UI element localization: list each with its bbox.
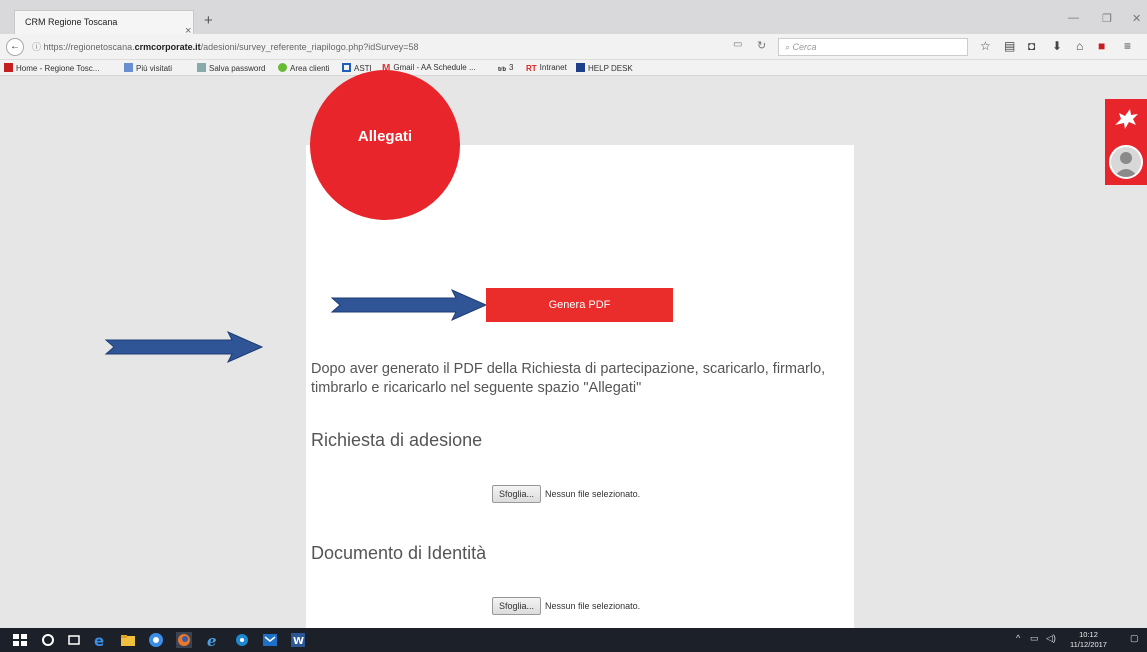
pdf-addon-icon[interactable]: ■: [1098, 39, 1105, 53]
windows-taskbar: e e W ^ ▭ ◁) 10:12 11/12/2017 ▢: [0, 628, 1147, 652]
toolbar-icons: ☆ ▤ ◘ ⬇ ⌂ ■ ≡: [980, 39, 1147, 55]
windows-start-icon[interactable]: [12, 632, 28, 648]
outlook-icon[interactable]: [262, 632, 278, 648]
browser-tab[interactable]: CRM Regione Toscana ×: [14, 10, 194, 37]
menu-icon[interactable]: ≡: [1124, 39, 1131, 53]
pocket-icon[interactable]: ◘: [1028, 39, 1035, 53]
reload-icon[interactable]: ↻: [757, 39, 766, 52]
svg-text:W: W: [293, 636, 304, 647]
bookmarks-library-icon[interactable]: ▤: [1004, 39, 1015, 53]
url-prefix: https://regionetoscana.: [43, 42, 135, 52]
bookmark-star-icon[interactable]: ☆: [980, 39, 991, 53]
clock-date: 11/12/2017: [1070, 640, 1107, 649]
search-placeholder: Cerca: [792, 42, 817, 52]
app-icon[interactable]: [234, 632, 250, 648]
search-icon: ⌕: [785, 42, 793, 52]
bookmarks-bar: Home - Regione Tosc... Più visitati Salv…: [0, 60, 1147, 76]
helpdesk-icon: [576, 63, 585, 72]
internet-explorer-icon[interactable]: e: [206, 632, 222, 648]
rtv-icon: trb: [498, 67, 506, 73]
arrow-annotation-icon: [104, 330, 264, 364]
reader-view-icon[interactable]: ▭: [733, 39, 742, 50]
volume-icon[interactable]: ◁): [1046, 633, 1056, 644]
bookmark-label: Salva password: [209, 64, 266, 73]
allegati-badge: Allegati: [310, 70, 460, 220]
edge-browser-icon[interactable]: e: [92, 632, 108, 648]
network-icon[interactable]: ▭: [1030, 633, 1039, 644]
file-upload-documento: Sfoglia... Nessun file selezionato.: [492, 597, 640, 615]
browser-nav-bar: ← ⓘ https://regionetoscana.crmcorporate.…: [0, 34, 1147, 60]
tray-chevron-icon[interactable]: ^: [1016, 633, 1020, 643]
bookmark-item[interactable]: Home - Regione Tosc...: [4, 63, 99, 73]
file-explorer-icon[interactable]: [120, 632, 136, 648]
instructions-text: Dopo aver generato il PDF della Richiest…: [311, 361, 826, 396]
taskbar-clock[interactable]: 10:12 11/12/2017: [1070, 630, 1107, 650]
minimize-icon[interactable]: —: [1068, 12, 1079, 24]
key-icon: [197, 63, 206, 72]
task-view-icon[interactable]: [66, 632, 82, 648]
download-icon[interactable]: ⬇: [1052, 39, 1062, 53]
person-icon: [1114, 152, 1138, 177]
notifications-icon[interactable]: ▢: [1130, 633, 1139, 644]
bookmark-label: Intranet: [539, 63, 567, 72]
rt-icon: RT: [526, 64, 537, 73]
pegasus-logo-icon: [1115, 109, 1138, 129]
user-avatar-icon[interactable]: [1109, 145, 1143, 179]
section-heading-documento: Documento di Identità: [311, 543, 487, 563]
folder-icon: [124, 63, 133, 72]
bookmark-label: Più visitati: [136, 64, 173, 73]
restore-icon[interactable]: ❐: [1102, 12, 1112, 25]
regione-toscana-icon: [4, 63, 13, 72]
firefox-icon[interactable]: [176, 632, 192, 648]
svg-text:e: e: [207, 632, 217, 648]
bookmark-item[interactable]: RT Intranet: [526, 63, 567, 73]
bookmark-label: Area clienti: [290, 64, 330, 73]
arrow-annotation-icon: [330, 288, 488, 322]
page-content: Allegati Genera PDF Dopo aver generato i…: [8, 70, 1147, 628]
side-panel: [1105, 99, 1147, 185]
bookmark-item[interactable]: HELP DESK: [576, 63, 633, 73]
svg-text:e: e: [94, 632, 104, 648]
generate-pdf-button[interactable]: Genera PDF: [486, 288, 673, 322]
bookmark-item[interactable]: Area clienti: [278, 63, 330, 73]
asti-icon: [342, 63, 351, 72]
cortana-search-icon[interactable]: [40, 632, 56, 648]
area-clienti-icon: [278, 63, 287, 72]
bookmark-item[interactable]: Salva password: [197, 63, 265, 73]
bookmark-item[interactable]: trb 3: [498, 63, 513, 76]
bookmark-label: Gmail - AA Schedule ...: [393, 63, 476, 72]
info-icon: ⓘ: [32, 42, 44, 52]
file-status: Nessun file selezionato.: [545, 489, 641, 499]
tab-title: CRM Regione Toscana: [25, 17, 118, 27]
url-path: /adesioni/survey_referente_riapilogo.php…: [200, 42, 419, 52]
section-heading-richiesta: Richiesta di adesione: [311, 430, 483, 450]
bookmark-label: Home - Regione Tosc...: [16, 64, 100, 73]
browser-tab-bar: CRM Regione Toscana × + — ❐ ✕: [0, 0, 1147, 37]
clock-time: 10:12: [1079, 630, 1098, 639]
bookmark-label: HELP DESK: [588, 64, 633, 73]
home-icon[interactable]: ⌂: [1076, 39, 1083, 53]
address-bar[interactable]: ⓘ https://regionetoscana.crmcorporate.it…: [32, 40, 419, 53]
search-input[interactable]: ⌕ Cerca: [778, 38, 968, 56]
bookmark-item[interactable]: Più visitati: [124, 63, 172, 73]
chrome-icon[interactable]: [148, 632, 164, 648]
back-arrow-icon[interactable]: ←: [6, 38, 24, 56]
new-tab-icon[interactable]: +: [204, 12, 213, 29]
bookmark-label: 3: [509, 63, 514, 72]
url-domain: crmcorporate.it: [134, 42, 201, 52]
browse-button[interactable]: Sfoglia...: [492, 485, 542, 503]
allegati-title: Allegati: [357, 128, 413, 145]
close-window-icon[interactable]: ✕: [1132, 12, 1141, 25]
file-status: Nessun file selezionato.: [545, 601, 641, 611]
word-icon[interactable]: W: [290, 632, 306, 648]
browse-button[interactable]: Sfoglia...: [492, 597, 542, 615]
file-upload-richiesta: Sfoglia... Nessun file selezionato.: [492, 485, 640, 503]
